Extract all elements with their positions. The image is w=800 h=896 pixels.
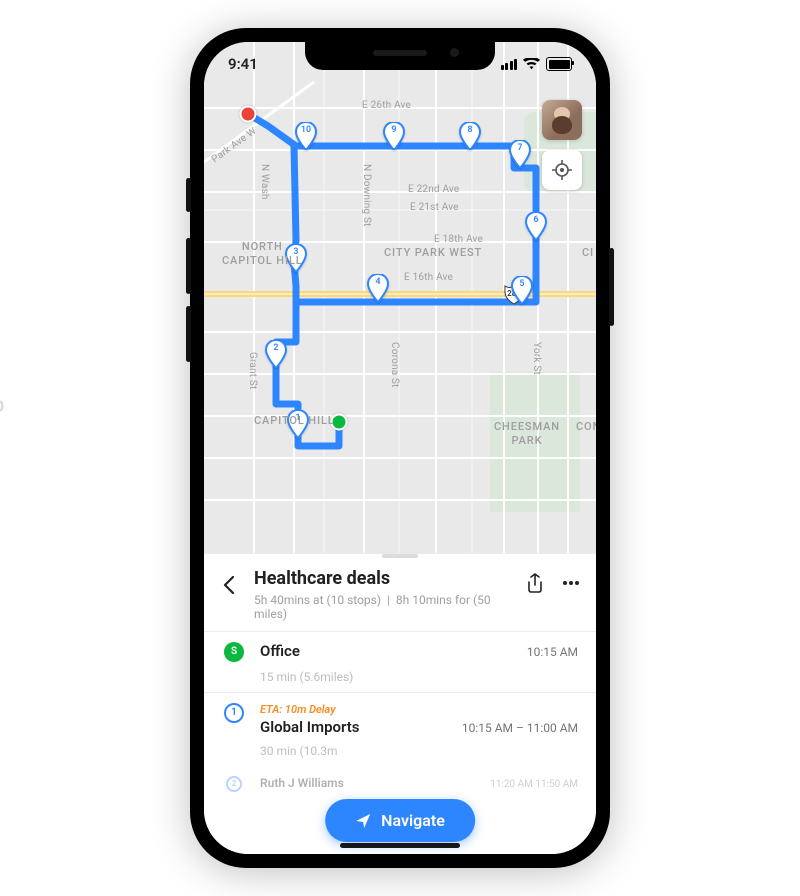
navigate-arrow-icon: [355, 813, 371, 829]
screen: 9:41: [204, 42, 596, 854]
stop-name: Ruth J Williams: [260, 776, 344, 790]
stop-pin-4[interactable]: 4: [367, 274, 389, 302]
stop-time: 11:20 AM 11:50 AM: [490, 779, 578, 790]
status-time: 9:41: [228, 55, 258, 73]
street-label: E 18th Ave: [434, 234, 483, 245]
street-label: E 16th Ave: [404, 272, 453, 283]
area-label: NORTH CAPITOL HILL: [222, 240, 303, 269]
stop-pin-9[interactable]: 9: [383, 122, 405, 150]
stop-badge: 2: [226, 776, 242, 792]
area-label: CI: [582, 246, 594, 260]
stop-pin-6[interactable]: 6: [525, 212, 547, 240]
stop-pin-5[interactable]: 5: [511, 276, 533, 304]
stop-name: Office: [260, 642, 300, 660]
volume-up: [186, 238, 191, 294]
map[interactable]: 287 1 2 3 4 5 6 7 8 9 10 Park Ave W N Wa…: [204, 42, 596, 554]
stop-time: 10:15 AM – 11:00 AM: [462, 721, 578, 735]
battery-icon: [546, 57, 572, 71]
avatar-button[interactable]: [542, 100, 582, 140]
area-label: CHEESMAN PARK: [494, 420, 560, 449]
start-badge: S: [224, 642, 244, 662]
locate-button[interactable]: [542, 150, 582, 190]
route-title: Healthcare deals: [254, 568, 514, 590]
home-indicator[interactable]: [340, 843, 460, 848]
route-line: [204, 42, 596, 554]
stop-pin-8[interactable]: 8: [459, 122, 481, 150]
volume-down: [186, 306, 191, 362]
stop-row-start[interactable]: S Office 10:15 AM: [204, 632, 596, 666]
area-label: CITY PARK WEST: [384, 246, 482, 260]
street-label: Grant St: [247, 352, 258, 390]
stop-badge: 1: [224, 703, 244, 723]
navigate-button[interactable]: Navigate: [325, 799, 475, 842]
sheet-drag-handle[interactable]: [382, 554, 418, 558]
chevron-left-icon: [223, 576, 235, 594]
street-label: N Downing St: [361, 164, 372, 227]
route-end-dot: [240, 106, 257, 123]
phone-frame: 9:41: [190, 28, 610, 868]
more-icon: [562, 580, 580, 586]
segment-info: 15 min (5.6miles): [204, 666, 596, 692]
route-sheet[interactable]: Healthcare deals 5h 40mins at (10 stops)…: [204, 553, 596, 854]
stop-time: 10:15 AM: [527, 645, 578, 659]
area-label: CAPITOL HILL: [254, 414, 335, 428]
mute-switch: [186, 178, 191, 212]
wifi-icon: [523, 58, 540, 70]
crosshair-icon: [552, 160, 572, 180]
stop-pin-7[interactable]: 7: [509, 140, 531, 168]
area-label: CON: [576, 420, 596, 434]
share-icon: [526, 573, 544, 593]
navigate-label: Navigate: [381, 811, 445, 830]
back-button[interactable]: [214, 570, 244, 600]
share-button[interactable]: [524, 572, 546, 594]
route-summary: 5h 40mins at (10 stops) | 8h 10mins for …: [254, 593, 514, 621]
cropped-side-text: o t: [0, 0, 20, 896]
street-label: E 21st Ave: [410, 202, 459, 213]
street-label: E 26th Ave: [362, 100, 411, 111]
stop-row-2[interactable]: 2 Ruth J Williams 11:20 AM 11:50 AM: [204, 766, 596, 792]
street-label: Corona St: [389, 342, 400, 388]
user-avatar-icon: [542, 100, 582, 140]
stop-pin-2[interactable]: 2: [265, 340, 287, 368]
stage: o t 9:41: [0, 0, 800, 896]
sheet-header: Healthcare deals 5h 40mins at (10 stops)…: [204, 554, 596, 631]
cellular-icon: [501, 59, 518, 70]
notch: [305, 42, 495, 70]
stop-pin-10[interactable]: 10: [295, 122, 317, 150]
stop-eta-delay: ETA: 10m Delay: [260, 703, 578, 716]
stop-row-1[interactable]: 1 ETA: 10m Delay Global Imports 10:15 AM…: [204, 693, 596, 740]
segment-info: 30 min (10.3m: [204, 740, 596, 766]
more-button[interactable]: [560, 572, 582, 594]
street-label: York St: [531, 342, 542, 375]
street-label: N Wash: [259, 164, 270, 200]
stop-name: Global Imports: [260, 718, 360, 736]
power-button: [609, 248, 614, 326]
street-label: E 22nd Ave: [408, 184, 459, 195]
status-right: [501, 57, 573, 71]
